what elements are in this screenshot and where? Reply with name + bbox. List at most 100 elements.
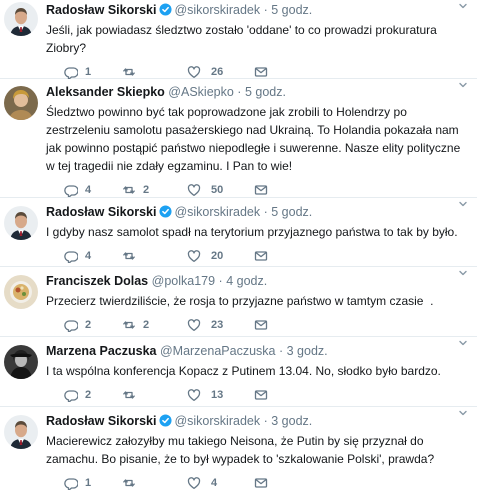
tweet-actions: 14 bbox=[64, 475, 469, 491]
timestamp[interactable]: 5 godz. bbox=[271, 3, 312, 17]
reply-count: 1 bbox=[85, 66, 92, 78]
tweet-text: Przecierz twierdziliście, że rosja to pr… bbox=[46, 294, 434, 308]
direct-message-button[interactable] bbox=[254, 388, 294, 402]
author-name[interactable]: Marzena Paczuska bbox=[46, 344, 156, 358]
avatar[interactable] bbox=[4, 206, 38, 240]
verified-badge-icon bbox=[159, 3, 173, 16]
timestamp[interactable]: 3 godz. bbox=[271, 414, 312, 428]
reply-button[interactable]: 2 bbox=[64, 318, 122, 332]
avatar[interactable] bbox=[4, 345, 38, 379]
envelope-icon bbox=[254, 478, 268, 488]
reply-button[interactable]: 4 bbox=[64, 249, 122, 263]
retweet-icon bbox=[123, 252, 135, 260]
separator: · bbox=[218, 274, 223, 288]
tweet[interactable]: Marzena Paczuska @MarzenaPaczuska · 3 go… bbox=[0, 337, 477, 407]
like-button[interactable]: 20 bbox=[187, 249, 254, 263]
avatar[interactable] bbox=[4, 2, 38, 36]
direct-message-button[interactable] bbox=[254, 183, 294, 197]
retweet-icon bbox=[123, 479, 135, 487]
author-handle[interactable]: @MarzenaPaczuska bbox=[160, 344, 276, 358]
reply-button[interactable]: 4 bbox=[64, 183, 122, 197]
reply-icon bbox=[64, 67, 78, 79]
author-handle[interactable]: @sikorskiradek bbox=[174, 414, 260, 428]
reply-count: 4 bbox=[85, 250, 92, 262]
chevron-down-icon[interactable] bbox=[457, 79, 469, 91]
timestamp[interactable]: 4 godz. bbox=[226, 274, 267, 288]
separator: · bbox=[237, 85, 242, 99]
reply-button[interactable]: 1 bbox=[64, 65, 122, 79]
author-handle[interactable]: @ASkiepko bbox=[168, 85, 234, 99]
reply-icon bbox=[64, 320, 78, 332]
tweet[interactable]: Radosław Sikorski @sikorskiradek · 3 godz… bbox=[0, 407, 477, 498]
like-button[interactable]: 23 bbox=[187, 318, 254, 332]
like-button[interactable]: 26 bbox=[187, 65, 254, 79]
like-button[interactable]: 50 bbox=[187, 183, 254, 197]
direct-message-button[interactable] bbox=[254, 249, 294, 263]
chevron-down-icon[interactable] bbox=[457, 407, 469, 419]
like-count: 23 bbox=[211, 319, 224, 331]
author-name[interactable]: Aleksander Skiepko bbox=[46, 85, 165, 99]
author-handle[interactable]: @sikorskiradek bbox=[174, 205, 260, 219]
tweet-header: Franciszek Dolas @polka179 · 4 godz. bbox=[46, 270, 469, 289]
direct-message-button[interactable] bbox=[254, 476, 294, 490]
author-handle[interactable]: @sikorskiradek bbox=[174, 3, 260, 17]
retweet-icon bbox=[123, 68, 135, 76]
reply-icon bbox=[64, 390, 78, 402]
separator: · bbox=[263, 3, 268, 17]
tweet-header: Aleksander Skiepko @ASkiepko · 5 godz. bbox=[46, 82, 469, 100]
retweet-button[interactable] bbox=[122, 249, 187, 263]
tweet-actions: 4 20 bbox=[64, 248, 469, 264]
verified-badge-icon bbox=[159, 414, 173, 427]
conversation-thread: Radosław Sikorski @sikorskiradek · 5 godz… bbox=[0, 0, 477, 498]
avatar[interactable] bbox=[4, 86, 38, 120]
timestamp[interactable]: 5 godz. bbox=[245, 85, 286, 99]
like-button[interactable]: 4 bbox=[187, 476, 254, 490]
tweet-header: Radosław Sikorski @sikorskiradek · 3 godz… bbox=[46, 410, 469, 429]
timestamp[interactable]: 5 godz. bbox=[271, 205, 312, 219]
chevron-down-icon[interactable] bbox=[457, 0, 469, 12]
separator: · bbox=[263, 414, 268, 428]
retweet-button[interactable] bbox=[122, 388, 187, 402]
tweet-text: Jeśli, jak powiadasz śledztwo zostało 'o… bbox=[46, 23, 441, 55]
separator: · bbox=[278, 344, 284, 358]
retweet-button[interactable] bbox=[122, 476, 187, 490]
author-name[interactable]: Radosław Sikorski bbox=[46, 414, 156, 428]
chevron-down-icon[interactable] bbox=[457, 337, 469, 349]
author-handle[interactable]: @polka179 bbox=[152, 274, 215, 288]
reply-icon bbox=[64, 251, 78, 263]
like-count: 50 bbox=[211, 184, 224, 196]
retweet-icon bbox=[123, 391, 135, 399]
author-name[interactable]: Radosław Sikorski bbox=[46, 205, 156, 219]
retweet-button[interactable]: 2 bbox=[122, 318, 187, 332]
chevron-down-icon[interactable] bbox=[457, 267, 469, 279]
heart-icon bbox=[187, 477, 201, 489]
avatar[interactable] bbox=[4, 275, 38, 309]
verified-badge-icon bbox=[159, 205, 173, 218]
reply-count: 4 bbox=[85, 184, 92, 196]
reply-count: 2 bbox=[85, 389, 92, 401]
retweet-button[interactable]: 2 bbox=[122, 183, 187, 197]
reply-button[interactable]: 2 bbox=[64, 388, 122, 402]
like-count: 26 bbox=[211, 66, 224, 78]
envelope-icon bbox=[254, 67, 268, 77]
retweet-count: 2 bbox=[143, 319, 150, 331]
heart-icon bbox=[187, 319, 201, 331]
reply-button[interactable]: 1 bbox=[64, 476, 122, 490]
tweet[interactable]: Radosław Sikorski @sikorskiradek · 5 godz… bbox=[0, 0, 477, 79]
direct-message-button[interactable] bbox=[254, 65, 294, 79]
avatar[interactable] bbox=[4, 415, 38, 449]
tweet[interactable]: Franciszek Dolas @polka179 · 4 godz. Prze… bbox=[0, 267, 477, 337]
tweet-text: Macierewicz załozyłby mu takiego Neisona… bbox=[46, 434, 435, 466]
like-count: 13 bbox=[211, 389, 224, 401]
tweet[interactable]: Radosław Sikorski @sikorskiradek · 5 godz… bbox=[0, 198, 477, 267]
tweet-header: Radosław Sikorski @sikorskiradek · 5 godz… bbox=[46, 201, 469, 220]
author-name[interactable]: Franciszek Dolas bbox=[46, 274, 148, 288]
direct-message-button[interactable] bbox=[254, 318, 294, 332]
tweet[interactable]: Aleksander Skiepko @ASkiepko · 5 godz. Śl… bbox=[0, 79, 477, 198]
chevron-down-icon[interactable] bbox=[457, 198, 469, 210]
timestamp[interactable]: 3 godz. bbox=[287, 344, 328, 358]
retweet-button[interactable] bbox=[122, 65, 187, 79]
envelope-icon bbox=[254, 185, 268, 195]
like-button[interactable]: 13 bbox=[187, 388, 254, 402]
author-name[interactable]: Radosław Sikorski bbox=[46, 3, 156, 17]
